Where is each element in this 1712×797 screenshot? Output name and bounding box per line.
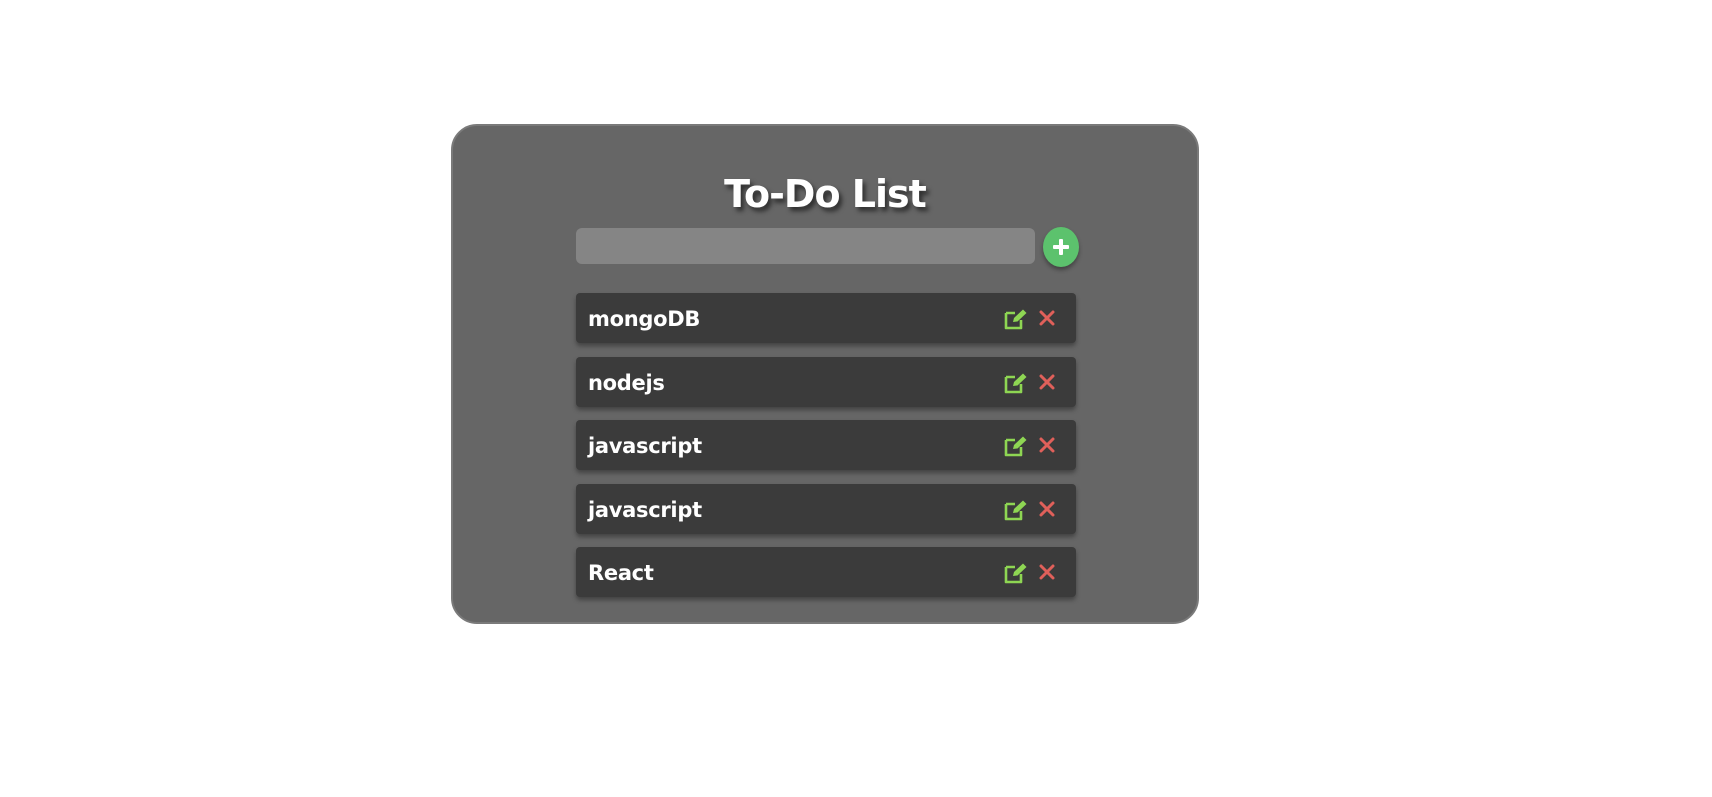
task-label: javascript — [588, 497, 702, 522]
edit-icon[interactable] — [1004, 308, 1028, 330]
edit-icon[interactable] — [1004, 499, 1028, 521]
plus-icon — [1053, 239, 1069, 255]
task-label: mongoDB — [588, 307, 701, 331]
edit-icon[interactable] — [1004, 372, 1028, 394]
task-input[interactable] — [576, 228, 1035, 264]
close-icon[interactable] — [1039, 374, 1055, 390]
edit-icon[interactable] — [1004, 562, 1028, 584]
list-item: mongoDB — [576, 293, 1076, 343]
todo-card: To-Do List mongoDB nodejs javascript jav… — [451, 124, 1199, 624]
edit-icon[interactable] — [1004, 435, 1028, 457]
list-item: React — [576, 547, 1076, 597]
task-label: nodejs — [588, 370, 665, 395]
close-icon[interactable] — [1039, 310, 1055, 326]
add-task-button[interactable] — [1043, 227, 1079, 267]
task-list: mongoDB nodejs javascript javascript Rea… — [576, 293, 1076, 611]
close-icon[interactable] — [1039, 501, 1055, 517]
close-icon[interactable] — [1039, 564, 1055, 580]
list-item: javascript — [576, 420, 1076, 470]
new-task-row — [576, 227, 1080, 273]
list-item: nodejs — [576, 356, 1076, 407]
task-label: javascript — [588, 434, 702, 458]
page-title: To-Do List — [724, 172, 927, 216]
task-label: React — [588, 561, 654, 585]
close-icon[interactable] — [1039, 437, 1055, 453]
list-item: javascript — [576, 483, 1076, 534]
